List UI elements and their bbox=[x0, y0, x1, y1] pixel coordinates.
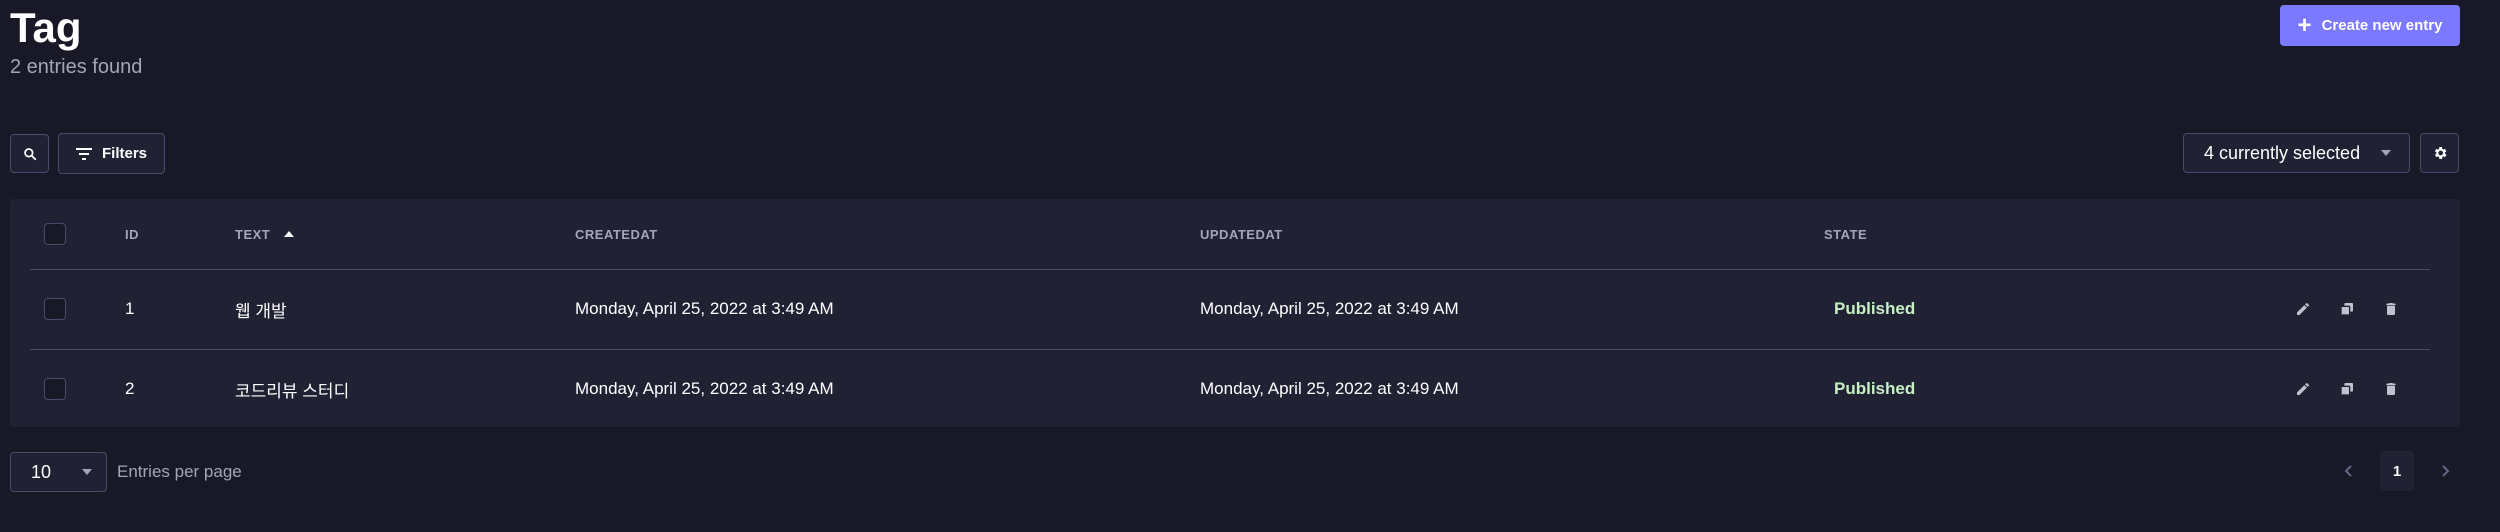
chevron-right-icon bbox=[2442, 465, 2450, 477]
page-button-current[interactable]: 1 bbox=[2380, 451, 2414, 491]
entries-per-page-value: 10 bbox=[31, 461, 52, 482]
column-header-state[interactable]: STATE bbox=[1824, 199, 1867, 269]
sort-up-icon bbox=[284, 231, 295, 237]
cell-createdat: Monday, April 25, 2022 at 3:49 AM bbox=[575, 299, 834, 318]
entries-per-page-label: Entries per page bbox=[117, 462, 242, 481]
cell-text: 코드리뷰 스터디 bbox=[235, 381, 350, 401]
pencil-icon[interactable] bbox=[2292, 298, 2314, 320]
cell-updatedat: Monday, April 25, 2022 at 3:49 AM bbox=[1200, 299, 1459, 318]
cell-updatedat: Monday, April 25, 2022 at 3:49 AM bbox=[1200, 379, 1459, 398]
table-row[interactable]: 1 웹 개발 Monday, April 25, 2022 at 3:49 AM… bbox=[10, 269, 2460, 349]
page-title: Tag bbox=[10, 4, 82, 51]
cell-createdat: Monday, April 25, 2022 at 3:49 AM bbox=[575, 379, 834, 398]
row-actions bbox=[2292, 349, 2402, 429]
create-new-entry-label: Create new entry bbox=[2321, 17, 2443, 34]
create-new-entry-button[interactable]: + Create new entry bbox=[2280, 5, 2460, 46]
duplicate-icon[interactable] bbox=[2336, 298, 2358, 320]
column-header-id[interactable]: ID bbox=[125, 199, 139, 269]
pencil-icon[interactable] bbox=[2292, 378, 2314, 400]
column-header-text[interactable]: TEXT bbox=[235, 199, 295, 269]
entries-table: ID TEXT CREATEDAT UPDATEDAT STATE 1 웹 개발… bbox=[10, 199, 2460, 427]
table-header-row: ID TEXT CREATEDAT UPDATEDAT STATE bbox=[10, 199, 2460, 269]
row-checkbox[interactable] bbox=[44, 298, 66, 320]
select-all-checkbox[interactable] bbox=[44, 223, 66, 245]
filters-button[interactable]: Filters bbox=[58, 133, 165, 174]
gear-icon bbox=[2434, 147, 2446, 159]
filters-label: Filters bbox=[101, 145, 147, 162]
filter-icon bbox=[75, 147, 92, 160]
column-header-text-label: TEXT bbox=[235, 226, 271, 242]
entries-count: 2 entries found bbox=[10, 56, 143, 78]
caret-down-icon bbox=[82, 469, 92, 475]
table-row[interactable]: 2 코드리뷰 스터디 Monday, April 25, 2022 at 3:4… bbox=[10, 349, 2460, 429]
column-header-createdat[interactable]: CREATEDAT bbox=[575, 199, 658, 269]
row-checkbox[interactable] bbox=[44, 378, 66, 400]
list-settings-button[interactable] bbox=[2420, 133, 2459, 173]
plus-icon: + bbox=[2297, 11, 2312, 39]
next-page-button[interactable] bbox=[2428, 451, 2464, 491]
previous-page-button[interactable] bbox=[2330, 451, 2366, 491]
status-badge: Published bbox=[1834, 299, 1916, 318]
duplicate-icon[interactable] bbox=[2336, 378, 2358, 400]
cell-id: 2 bbox=[125, 379, 135, 398]
chevron-left-icon bbox=[2344, 465, 2352, 477]
row-actions bbox=[2292, 269, 2402, 349]
search-button[interactable] bbox=[10, 134, 49, 173]
displayed-columns-value: 4 currently selected bbox=[2204, 142, 2361, 163]
search-icon bbox=[23, 147, 36, 160]
trash-icon[interactable] bbox=[2380, 378, 2402, 400]
trash-icon[interactable] bbox=[2380, 298, 2402, 320]
entries-per-page-select[interactable]: 10 bbox=[10, 452, 107, 492]
cell-text: 웹 개발 bbox=[235, 301, 287, 321]
pagination: 1 bbox=[2330, 451, 2464, 491]
caret-down-icon bbox=[2381, 150, 2391, 156]
column-header-updatedat[interactable]: UPDATEDAT bbox=[1200, 199, 1283, 269]
status-badge: Published bbox=[1834, 379, 1916, 398]
displayed-columns-select[interactable]: 4 currently selected bbox=[2183, 133, 2410, 173]
cell-id: 1 bbox=[125, 299, 135, 318]
